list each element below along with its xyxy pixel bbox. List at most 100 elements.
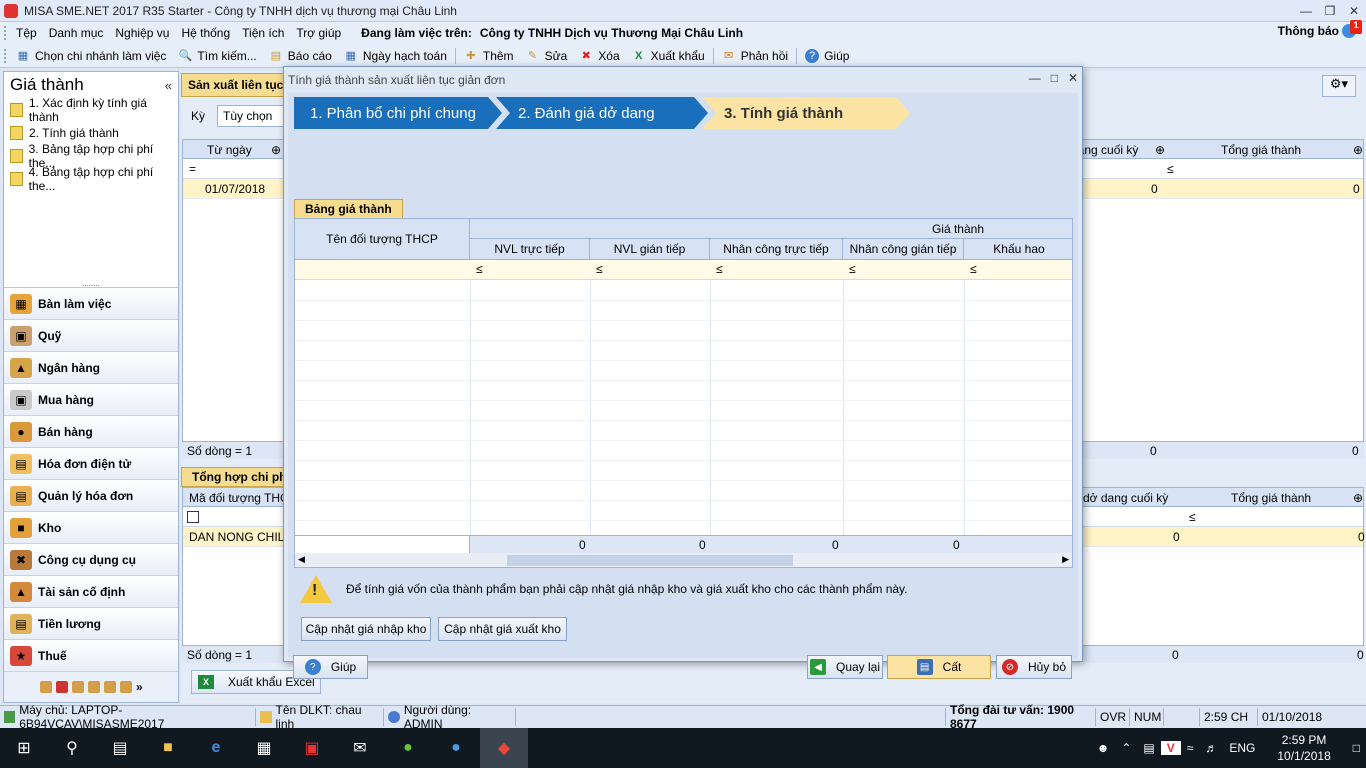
- update-receipt-price-button[interactable]: Cập nhật giá nhập kho: [301, 617, 431, 641]
- filter-operator[interactable]: ≤: [1189, 510, 1196, 524]
- module-bank[interactable]: ▲ Ngân hàng: [4, 352, 178, 384]
- add-button[interactable]: ✚ Thêm: [458, 45, 520, 67]
- filter-operator[interactable]: ≤: [1167, 162, 1174, 176]
- vietkey-icon[interactable]: V: [1160, 741, 1181, 755]
- pin-icon[interactable]: ⊕: [1353, 143, 1363, 157]
- task-view-icon[interactable]: ▤: [96, 728, 144, 768]
- col-object-name[interactable]: Tên đối tượng THCP: [295, 219, 470, 259]
- cancel-button[interactable]: ⊘ Hủy bỏ: [996, 655, 1072, 679]
- network-icon[interactable]: ▤: [1137, 741, 1160, 755]
- dialog-close-icon[interactable]: ✕: [1068, 71, 1078, 85]
- shortcut-icon[interactable]: [120, 681, 132, 693]
- col-indirect-material[interactable]: NVL gián tiếp: [590, 239, 710, 259]
- leftnav-item-define-period[interactable]: 1. Xác định kỳ tính giá thành: [4, 96, 178, 124]
- col-object-code[interactable]: Mã đối tượng THCP: [189, 491, 297, 505]
- delete-button[interactable]: ✖ Xóa: [573, 45, 625, 67]
- wifi-icon[interactable]: ≈: [1181, 741, 1200, 755]
- update-issue-price-button[interactable]: Cập nhật giá xuất kho: [438, 617, 567, 641]
- help-dialog-button[interactable]: ? Giúp: [293, 655, 368, 679]
- restore-icon[interactable]: ❐: [1318, 0, 1342, 22]
- module-sales[interactable]: ● Bán hàng: [4, 416, 178, 448]
- notifications[interactable]: Thông báo 1: [1278, 20, 1362, 38]
- menu-catalog[interactable]: Danh mục: [43, 26, 110, 40]
- filter-checkbox[interactable]: [187, 511, 199, 523]
- edge-browser-icon[interactable]: e: [192, 728, 240, 768]
- feedback-button[interactable]: ✉ Phản hồi: [716, 45, 794, 67]
- col-total-cost[interactable]: Tổng giá thành: [1221, 143, 1301, 157]
- filter-operator[interactable]: ≤: [849, 262, 856, 276]
- store-icon[interactable]: ▦: [240, 728, 288, 768]
- module-purchase[interactable]: ▣ Mua hàng: [4, 384, 178, 416]
- menu-operations[interactable]: Nghiệp vụ: [109, 26, 175, 40]
- search-button[interactable]: 🔍 Tìm kiếm...: [172, 45, 262, 67]
- shortcut-icon[interactable]: [40, 681, 52, 693]
- action-center-icon[interactable]: □: [1347, 741, 1366, 755]
- step-calculate-cost[interactable]: 3. Tính giá thành: [702, 97, 910, 129]
- pin-icon[interactable]: ⊕: [1155, 143, 1165, 157]
- step-evaluate-wip[interactable]: 2. Đánh giá dở dang: [496, 97, 708, 129]
- dialog-minimize-icon[interactable]: —: [1029, 71, 1041, 85]
- horizontal-scrollbar[interactable]: ◀ ▶: [295, 553, 1072, 567]
- menu-help[interactable]: Trợ giúp: [290, 26, 347, 40]
- settings-gear-icon[interactable]: ⚙▾: [1322, 75, 1356, 97]
- pin-icon[interactable]: ⊕: [271, 143, 281, 157]
- scroll-right-icon[interactable]: ▶: [1062, 554, 1069, 565]
- posting-date-button[interactable]: ▦ Ngày hạch toán: [338, 45, 453, 67]
- menu-utilities[interactable]: Tiện ích: [236, 26, 290, 40]
- search-icon[interactable]: ⚲: [48, 728, 96, 768]
- period-select[interactable]: Tùy chọn: [217, 105, 287, 127]
- tab-cost-table[interactable]: Bảng giá thành: [294, 199, 403, 219]
- report-button[interactable]: ▤ Báo cáo: [263, 45, 338, 67]
- col-wip-end[interactable]: dở dang cuối kỳ: [1083, 491, 1168, 505]
- export-button[interactable]: X Xuất khẩu: [626, 45, 711, 67]
- dialog-maximize-icon[interactable]: □: [1051, 71, 1058, 85]
- col-from-date[interactable]: Từ ngày: [207, 143, 252, 157]
- clock[interactable]: 2:59 PM 10/1/2018: [1261, 732, 1346, 764]
- filter-operator[interactable]: ≤: [970, 262, 977, 276]
- leftnav-item-cost-summary-2[interactable]: 4. Bảng tập hợp chi phí the...: [4, 165, 178, 193]
- menu-system[interactable]: Hệ thống: [175, 26, 236, 40]
- more-modules-icon[interactable]: »: [136, 680, 143, 694]
- tab-continuous-production[interactable]: Sản xuất liên tục: [181, 73, 291, 97]
- edit-button[interactable]: ✎ Sửa: [520, 45, 574, 67]
- volume-icon[interactable]: ♬: [1199, 741, 1223, 755]
- tray-expand-icon[interactable]: ⌃: [1115, 741, 1137, 755]
- module-warehouse[interactable]: ■ Kho: [4, 512, 178, 544]
- filter-operator[interactable]: ≤: [476, 262, 483, 276]
- module-e-invoice[interactable]: ▤ Hóa đơn điện tử: [4, 448, 178, 480]
- filter-operator[interactable]: ≤: [596, 262, 603, 276]
- col-depreciation[interactable]: Khấu hao: [964, 239, 1072, 259]
- help-button[interactable]: ? Giúp: [799, 45, 855, 67]
- shortcut-icon[interactable]: [56, 681, 68, 693]
- col-total-cost[interactable]: Tổng giá thành: [1231, 491, 1311, 505]
- scroll-left-icon[interactable]: ◀: [298, 554, 305, 565]
- save-button[interactable]: ▤ Cất: [887, 655, 991, 679]
- close-icon[interactable]: ✕: [1342, 0, 1366, 22]
- module-desktop[interactable]: ▦ Bàn làm việc: [4, 288, 178, 320]
- collapse-icon[interactable]: «: [165, 78, 172, 93]
- module-invoice-management[interactable]: ▤ Quản lý hóa đơn: [4, 480, 178, 512]
- shortcut-icon[interactable]: [88, 681, 100, 693]
- col-direct-material[interactable]: NVL trực tiếp: [470, 239, 590, 259]
- shortcut-icon[interactable]: [72, 681, 84, 693]
- mail-icon[interactable]: ✉: [336, 728, 384, 768]
- app-green-icon[interactable]: ●: [384, 728, 432, 768]
- module-fixed-assets[interactable]: ▲ Tài sản cố định: [4, 576, 178, 608]
- gift-icon[interactable]: ▣: [288, 728, 336, 768]
- module-cash[interactable]: ▣ Quỹ: [4, 320, 178, 352]
- minimize-icon[interactable]: —: [1294, 0, 1318, 22]
- menu-file[interactable]: Tệp: [10, 26, 43, 40]
- windows-start-icon[interactable]: ⊞: [0, 728, 48, 768]
- module-tax[interactable]: ★ Thuế: [4, 640, 178, 672]
- branch-button[interactable]: ▦ Chọn chi nhánh làm việc: [10, 45, 172, 67]
- shortcut-icon[interactable]: [104, 681, 116, 693]
- module-tools[interactable]: ✖ Công cụ dụng cụ: [4, 544, 178, 576]
- grid-filter-row[interactable]: ≤ ≤ ≤ ≤ ≤: [295, 260, 1072, 280]
- back-button[interactable]: ◀ Quay lại: [807, 655, 883, 679]
- language-indicator[interactable]: ENG: [1223, 741, 1261, 755]
- step-allocate-overhead[interactable]: 1. Phân bổ chi phí chung: [294, 97, 502, 129]
- file-explorer-icon[interactable]: ■: [144, 728, 192, 768]
- misa-taskbar-icon[interactable]: ◆: [480, 728, 528, 768]
- module-payroll[interactable]: ▤ Tiền lương: [4, 608, 178, 640]
- col-direct-labor[interactable]: Nhân công trực tiếp: [710, 239, 843, 259]
